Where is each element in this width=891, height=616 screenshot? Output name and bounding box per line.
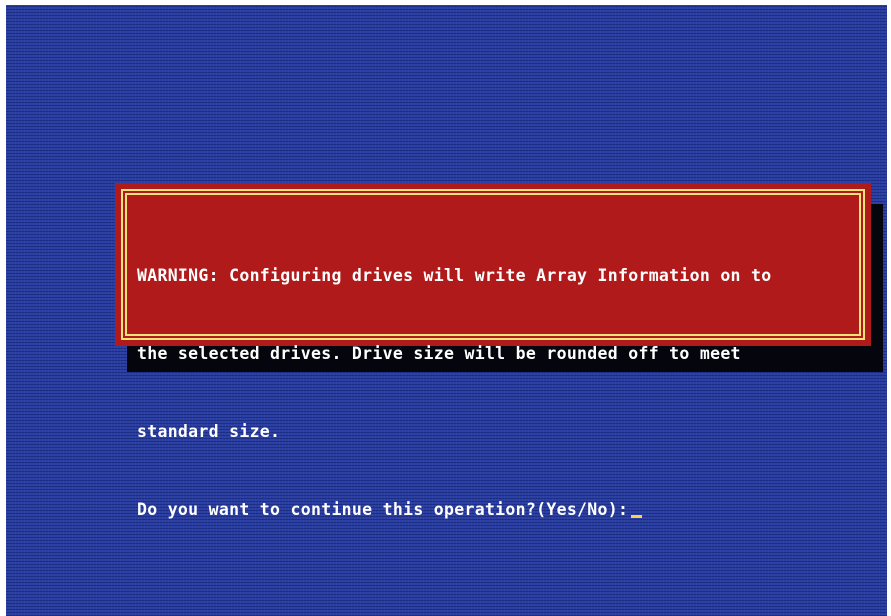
warning-dialog: WARNING: Configuring drives will write A… [115, 183, 871, 519]
text-cursor[interactable] [631, 515, 643, 518]
warning-line-3: standard size. [137, 422, 281, 441]
confirm-prompt-line[interactable]: Do you want to continue this operation?(… [137, 497, 857, 523]
bios-screen: WARNING: Configuring drives will write A… [6, 5, 887, 616]
confirm-prompt-text: Do you want to continue this operation?(… [137, 500, 629, 519]
dialog-message: WARNING: Configuring drives will write A… [137, 211, 857, 575]
warning-line-2: the selected drives. Drive size will be … [137, 344, 741, 363]
warning-line-1: WARNING: Configuring drives will write A… [137, 266, 772, 285]
